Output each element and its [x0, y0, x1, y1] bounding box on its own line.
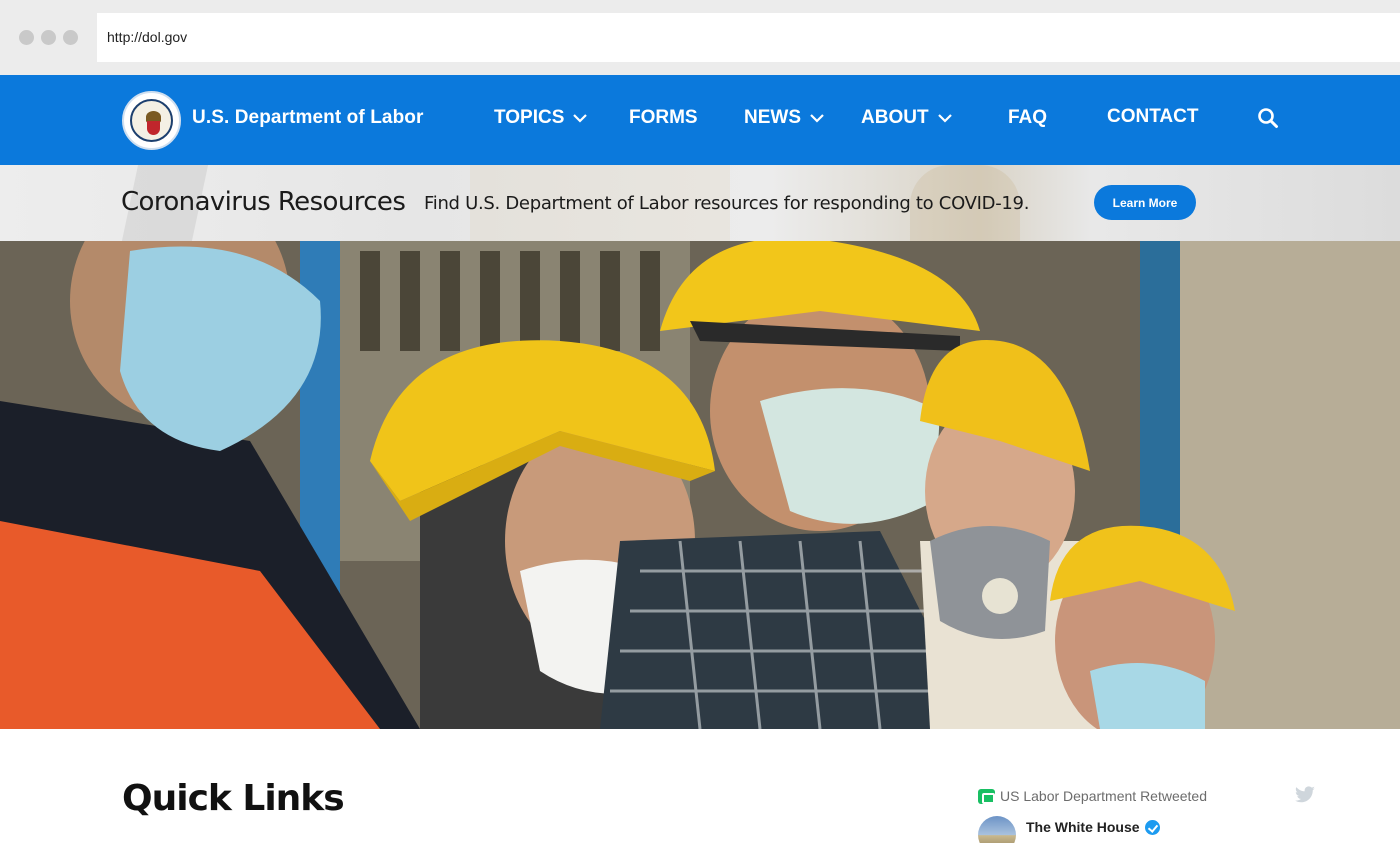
- close-window-dot[interactable]: [19, 30, 34, 45]
- tweet-author-name: The White House: [1026, 819, 1140, 835]
- site-brand[interactable]: U.S. Department of Labor: [192, 107, 423, 129]
- retweet-text: US Labor Department Retweeted: [1000, 788, 1207, 804]
- nav-forms[interactable]: FORMS: [629, 107, 698, 129]
- tweet-retweet-line: US Labor Department Retweeted: [978, 788, 1207, 804]
- nav-topics[interactable]: TOPICS: [494, 107, 588, 129]
- chevron-down-icon: [573, 114, 588, 123]
- nav-news-label: NEWS: [744, 107, 801, 128]
- banner-title: Coronavirus Resources: [121, 187, 406, 217]
- retweet-icon: [978, 788, 995, 804]
- coronavirus-banner: Coronavirus Resources Find U.S. Departme…: [0, 165, 1400, 241]
- site-header: U.S. Department of Labor TOPICS FORMS NE…: [0, 75, 1400, 165]
- address-bar-url: http://dol.gov: [107, 29, 188, 45]
- dol-seal-logo[interactable]: [122, 91, 181, 150]
- chevron-down-icon: [937, 114, 952, 123]
- search-icon[interactable]: [1257, 107, 1279, 129]
- nav-faq-label: FAQ: [1008, 107, 1048, 128]
- nav-contact-label: CONTACT: [1107, 106, 1199, 127]
- hero-workers-illustration: [0, 241, 1400, 729]
- chevron-down-icon: [810, 114, 824, 123]
- nav-about-label: ABOUT: [861, 107, 929, 128]
- address-bar[interactable]: http://dol.gov: [97, 13, 1400, 62]
- window-controls: [19, 30, 78, 45]
- minimize-window-dot[interactable]: [41, 30, 56, 45]
- tweet-author[interactable]: The White House: [1026, 819, 1160, 835]
- browser-chrome: http://dol.gov: [0, 0, 1400, 75]
- verified-badge-icon: [1144, 819, 1160, 835]
- twitter-bird-icon[interactable]: [1294, 786, 1316, 804]
- banner-text: Find U.S. Department of Labor resources …: [424, 193, 1030, 214]
- white-house-avatar[interactable]: [978, 816, 1016, 843]
- nav-faq[interactable]: FAQ: [1008, 107, 1047, 129]
- learn-more-button[interactable]: Learn More: [1094, 185, 1196, 220]
- hero-image: [0, 241, 1400, 729]
- nav-news[interactable]: NEWS: [744, 107, 825, 129]
- nav-contact[interactable]: CONTACT: [1107, 106, 1198, 128]
- maximize-window-dot[interactable]: [63, 30, 78, 45]
- nav-topics-label: TOPICS: [494, 107, 565, 128]
- nav-about[interactable]: ABOUT: [861, 107, 953, 129]
- quick-links-heading: Quick Links: [122, 778, 345, 819]
- nav-forms-label: FORMS: [629, 107, 698, 128]
